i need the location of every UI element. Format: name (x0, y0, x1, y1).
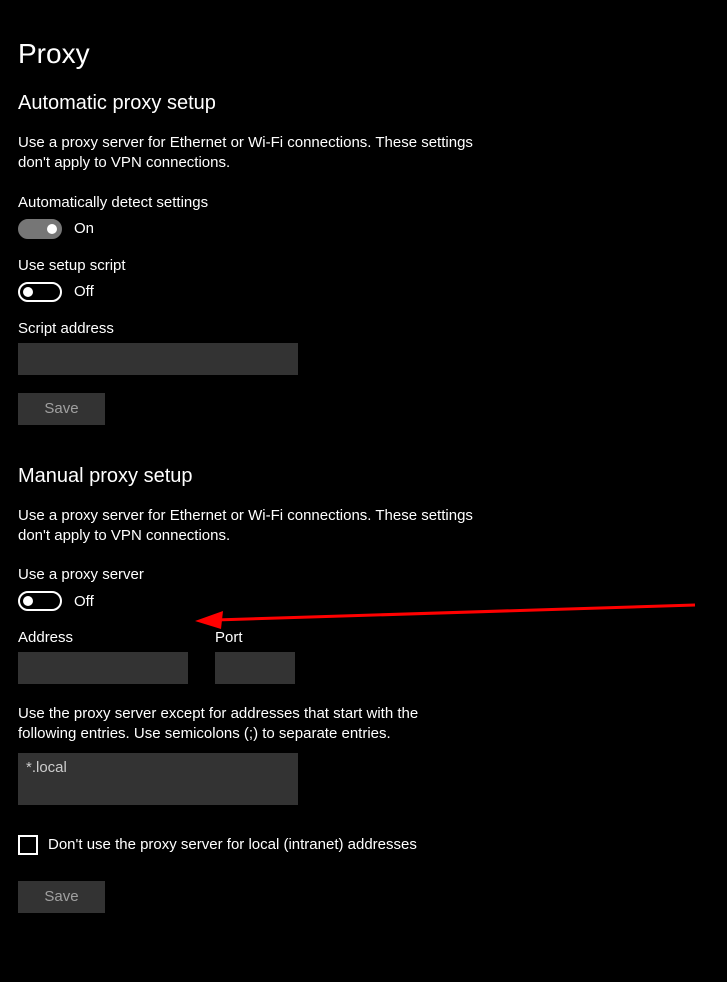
automatic-section-description: Use a proxy server for Ethernet or Wi-Fi… (18, 133, 498, 174)
script-address-label: Script address (18, 320, 709, 337)
useproxy-label: Use a proxy server (18, 566, 709, 583)
setupscript-state: Off (74, 283, 94, 300)
setupscript-label: Use setup script (18, 257, 709, 274)
manual-save-button[interactable]: Save (18, 881, 105, 913)
port-label: Port (215, 629, 295, 646)
page-title: Proxy (18, 38, 709, 70)
manual-section-heading: Manual proxy setup (18, 465, 709, 488)
exceptions-input[interactable] (18, 753, 298, 805)
autodetect-label: Automatically detect settings (18, 194, 709, 211)
port-input[interactable] (215, 652, 295, 684)
script-address-input[interactable] (18, 343, 298, 375)
address-input[interactable] (18, 652, 188, 684)
automatic-section-heading: Automatic proxy setup (18, 92, 709, 115)
autodetect-toggle[interactable] (18, 219, 62, 239)
bypass-local-checkbox[interactable] (18, 835, 38, 855)
bypass-local-label: Don't use the proxy server for local (in… (48, 836, 417, 853)
address-label: Address (18, 629, 188, 646)
manual-section-description: Use a proxy server for Ethernet or Wi-Fi… (18, 506, 498, 547)
setupscript-toggle[interactable] (18, 282, 62, 302)
exceptions-label: Use the proxy server except for addresse… (18, 704, 448, 745)
useproxy-toggle[interactable] (18, 591, 62, 611)
useproxy-state: Off (74, 593, 94, 610)
automatic-save-button[interactable]: Save (18, 393, 105, 425)
autodetect-state: On (74, 220, 94, 237)
